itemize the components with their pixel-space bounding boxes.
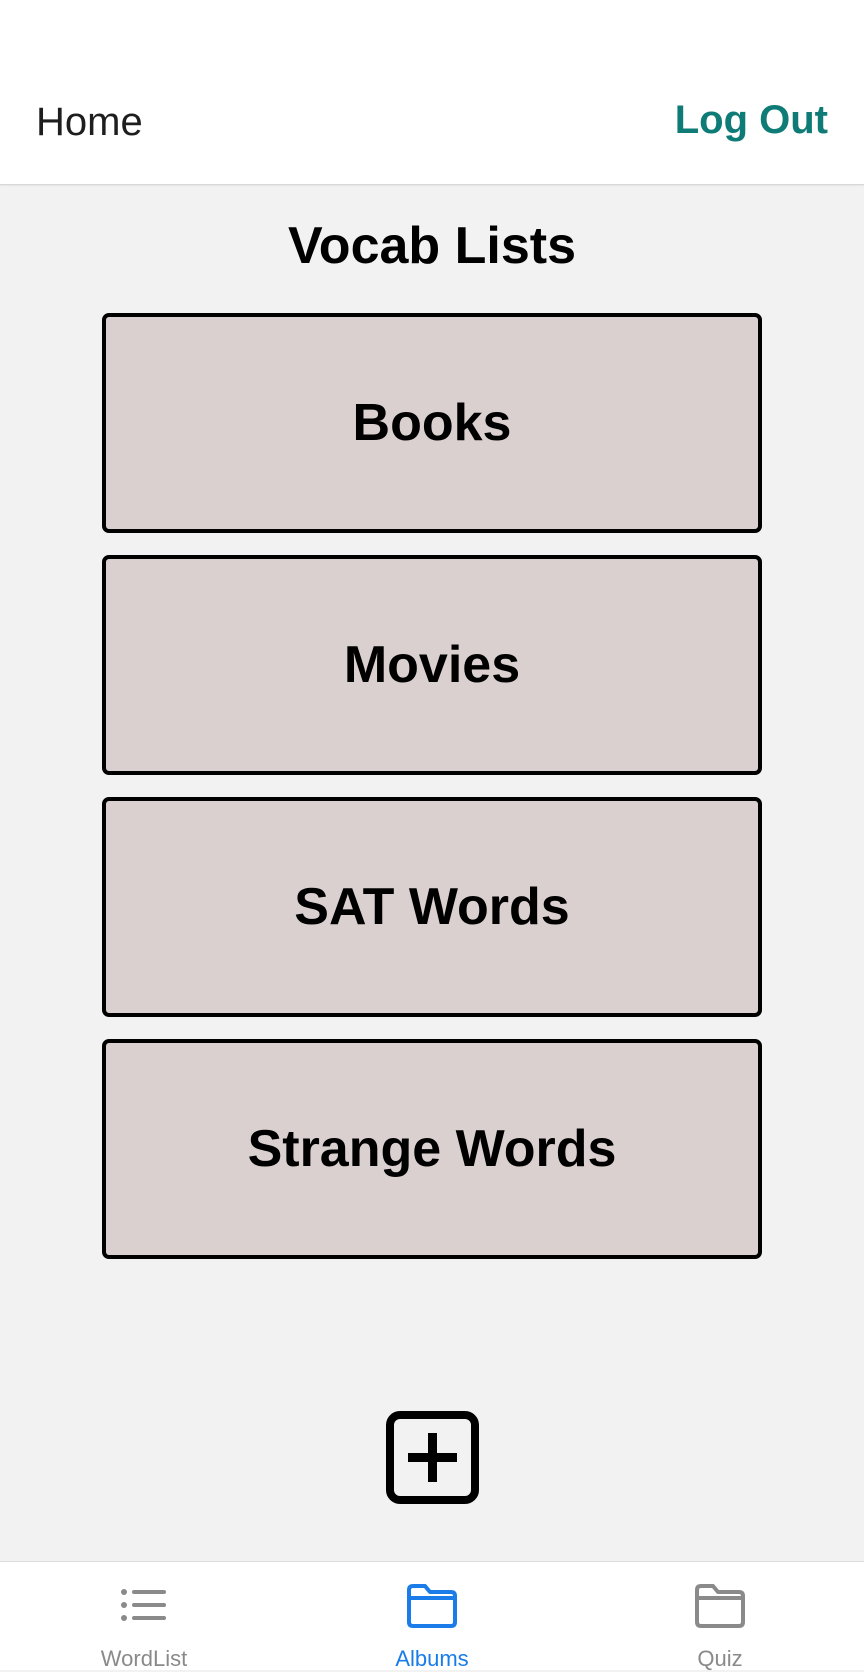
tab-albums[interactable]: Albums [288, 1562, 576, 1671]
vocab-list-item-books[interactable]: Books [102, 313, 762, 533]
vocab-lists-heading: Vocab Lists [287, 217, 576, 275]
tab-quiz-label: Quiz [697, 1646, 743, 1671]
folder-icon [288, 1578, 576, 1634]
app-header: Home Log Out [0, 60, 864, 185]
vocab-list-item-sat-words[interactable]: SAT Words [102, 797, 762, 1017]
add-list-button[interactable] [386, 1411, 479, 1504]
tab-wordlist[interactable]: WordList [0, 1562, 288, 1671]
vocab-list-item-movies[interactable]: Movies [102, 555, 762, 775]
vocab-list: Books Movies SAT Words Strange Words [102, 313, 762, 1281]
logout-button[interactable]: Log Out [675, 98, 828, 143]
list-icon [0, 1578, 288, 1634]
tab-wordlist-label: WordList [100, 1646, 188, 1671]
vocab-list-item-strange-words[interactable]: Strange Words [102, 1039, 762, 1259]
tab-quiz[interactable]: Quiz [576, 1562, 864, 1671]
tab-albums-label: Albums [395, 1646, 469, 1671]
status-bar [0, 0, 864, 60]
bottom-tab-bar: WordList Albums Quiz [0, 1561, 864, 1671]
folder-icon [576, 1578, 864, 1634]
page-title: Home [36, 100, 143, 144]
